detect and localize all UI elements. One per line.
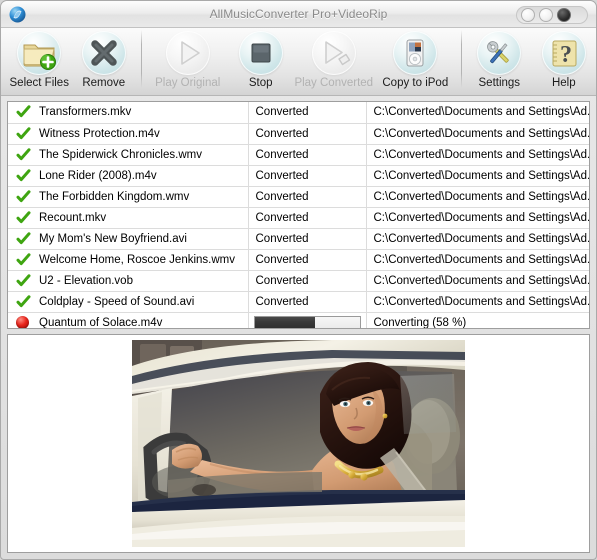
file-status: Converted (255, 274, 309, 287)
video-preview[interactable] (7, 334, 590, 553)
remove-button[interactable]: Remove (71, 28, 135, 94)
table-row[interactable]: The Spiderwick Chronicles.wmv Converted … (8, 144, 590, 166)
file-name: The Spiderwick Chronicles.wmv (39, 148, 202, 161)
stop-label: Stop (248, 77, 273, 89)
title-bar: AllMusicConverter Pro+VideoRip (1, 1, 596, 28)
file-status: Converted (255, 169, 309, 182)
file-path: C:\Converted\Documents and Settings\Ad..… (373, 190, 590, 203)
file-status: Converted (255, 190, 309, 203)
window-title: AllMusicConverter Pro+VideoRip (209, 7, 388, 21)
green-check-icon (16, 189, 31, 204)
file-name: My Mom's New Boyfriend.avi (39, 232, 187, 245)
table-row[interactable]: Witness Protection.m4v Converted C:\Conv… (8, 123, 590, 145)
application-window: AllMusicConverter Pro+VideoRip Select Fi… (0, 0, 597, 560)
file-name: Lone Rider (2008).m4v (39, 169, 157, 182)
play-original-label: Play Original (155, 77, 221, 89)
file-name: Welcome Home, Roscoe Jenkins.wmv (39, 253, 235, 266)
file-status: Converted (255, 211, 309, 224)
play-triangle-icon (165, 31, 210, 75)
file-path: C:\Converted\Documents and Settings\Ad..… (373, 169, 590, 182)
play-original-button[interactable]: Play Original (147, 28, 229, 94)
copy-to-ipod-button[interactable]: Copy to iPod (375, 28, 457, 94)
close-button[interactable] (557, 8, 571, 22)
maximize-button[interactable] (539, 8, 553, 22)
table-row[interactable]: U2 - Elevation.vob Converted C:\Converte… (8, 270, 590, 292)
table-row[interactable]: The Forbidden Kingdom.wmv Converted C:\C… (8, 186, 590, 208)
file-path: C:\Converted\Documents and Settings\Ad..… (373, 232, 590, 245)
file-path: C:\Converted\Documents and Settings\Ad..… (373, 148, 590, 161)
file-name: U2 - Elevation.vob (39, 274, 133, 287)
conversion-status-label: Converting (58 %) (373, 316, 467, 329)
tools-icon (477, 31, 522, 75)
video-frame (132, 340, 465, 547)
svg-text:?: ? (560, 42, 572, 68)
file-status: Converted (255, 106, 309, 119)
file-list-table: Transformers.mkv Converted C:\Converted\… (8, 102, 590, 329)
window-controls (516, 6, 588, 24)
help-label: Help (551, 77, 576, 89)
copy-to-ipod-label: Copy to iPod (382, 77, 449, 89)
file-path: C:\Converted\Documents and Settings\Ad..… (373, 106, 590, 119)
play-converted-button[interactable]: Play Converted (293, 28, 375, 94)
play-converted-icon (311, 31, 356, 75)
table-row[interactable]: Transformers.mkv Converted C:\Converted\… (8, 102, 590, 124)
folder-add-icon (17, 31, 62, 75)
file-status: Converted (255, 253, 309, 266)
file-path: C:\Converted\Documents and Settings\Ad..… (373, 253, 590, 266)
conversion-progress-bar (253, 315, 361, 328)
file-path: C:\Converted\Documents and Settings\Ad..… (373, 274, 590, 287)
file-name: The Forbidden Kingdom.wmv (39, 190, 190, 203)
play-converted-label: Play Converted (294, 77, 374, 89)
file-name: Witness Protection.m4v (39, 127, 160, 140)
toolbar: Select Files Remove Play Original Stop P… (1, 28, 596, 96)
green-check-icon (16, 126, 31, 141)
file-status: Converted (255, 127, 309, 140)
table-row[interactable]: Coldplay - Speed of Sound.avi Converted … (8, 291, 590, 313)
green-check-icon (16, 105, 31, 119)
file-name: Transformers.mkv (39, 106, 132, 119)
toolbar-separator (140, 30, 142, 88)
file-path: C:\Converted\Documents and Settings\Ad..… (373, 295, 590, 308)
table-row-active[interactable]: Quantum of Solace.m4v Converting (58 %) (8, 312, 589, 329)
file-status: Converted (255, 295, 309, 308)
green-check-icon (16, 252, 31, 267)
toolbar-separator-2 (461, 30, 463, 88)
table-row[interactable]: Lone Rider (2008).m4v Converted C:\Conve… (8, 165, 590, 187)
file-status: Converted (255, 148, 309, 161)
file-name: Coldplay - Speed of Sound.avi (39, 295, 195, 308)
question-mark-icon: ? (541, 31, 586, 75)
green-check-icon (16, 168, 31, 183)
file-list-body: Transformers.mkv Converted C:\Converted\… (8, 102, 590, 329)
settings-label: Settings (478, 77, 521, 89)
settings-button[interactable]: Settings (467, 28, 531, 94)
remove-label: Remove (82, 77, 126, 89)
table-row[interactable]: Recount.mkv Converted C:\Converted\Docum… (8, 207, 590, 229)
file-path: C:\Converted\Documents and Settings\Ad..… (373, 127, 590, 140)
table-row[interactable]: Welcome Home, Roscoe Jenkins.wmv Convert… (8, 249, 590, 271)
green-check-icon (16, 147, 31, 162)
red-record-icon (16, 316, 31, 328)
file-name: Recount.mkv (39, 211, 107, 224)
x-cross-icon (81, 31, 126, 75)
help-button[interactable]: ? Help (532, 28, 596, 94)
green-check-icon (16, 210, 31, 225)
ipod-icon (393, 31, 438, 75)
table-row[interactable]: My Mom's New Boyfriend.avi Converted C:\… (8, 228, 590, 250)
minimize-button[interactable] (521, 8, 535, 22)
file-status: Converted (255, 232, 309, 245)
select-files-button[interactable]: Select Files (7, 28, 71, 94)
progress-fill (254, 316, 316, 328)
file-list[interactable]: Transformers.mkv Converted C:\Converted\… (7, 101, 590, 329)
green-check-icon (16, 294, 31, 309)
file-path: C:\Converted\Documents and Settings\Ad..… (373, 211, 590, 224)
green-check-icon (16, 231, 31, 246)
file-name: Quantum of Solace.m4v (39, 316, 163, 329)
stop-button[interactable]: Stop (228, 28, 292, 94)
stop-square-icon (238, 31, 283, 75)
select-files-label: Select Files (9, 77, 69, 89)
green-check-icon (16, 273, 31, 288)
